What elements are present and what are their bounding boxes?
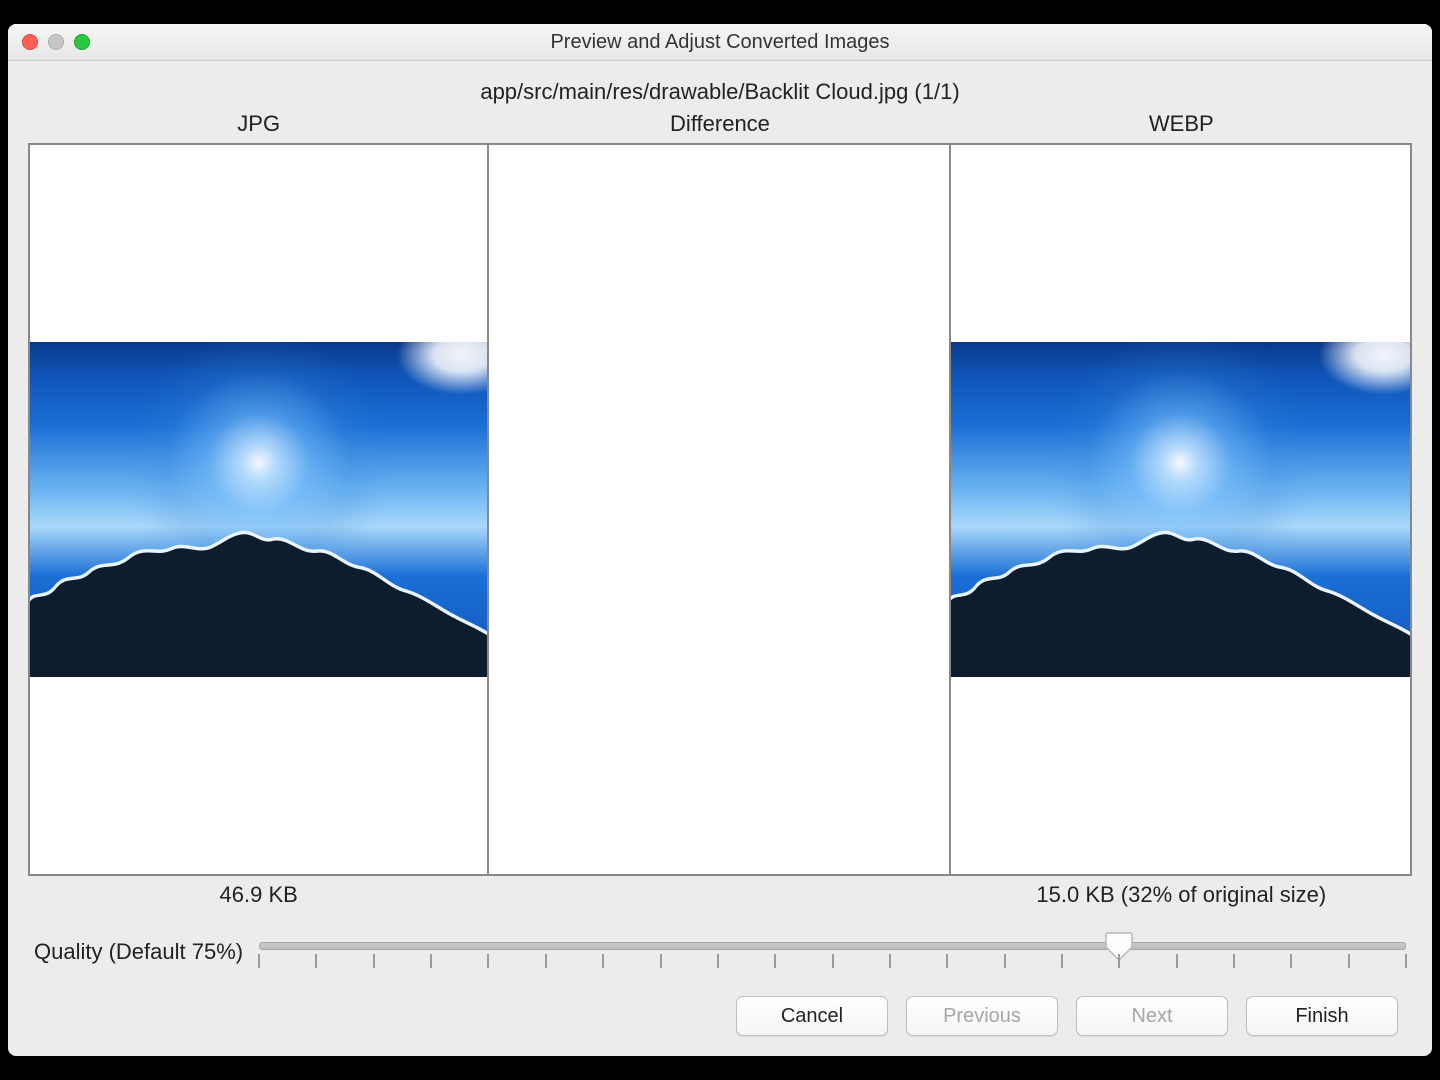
slider-tick: [1405, 954, 1407, 968]
slider-tick: [717, 954, 719, 968]
slider-tick: [889, 954, 891, 968]
zoom-icon[interactable]: [74, 34, 90, 50]
quality-row: Quality (Default 75%): [24, 912, 1416, 984]
slider-ticks: [259, 954, 1406, 970]
panel-converted-size: 15.0 KB (32% of original size): [951, 876, 1412, 912]
quality-label: Quality (Default 75%): [34, 939, 243, 965]
panel-difference-header: Difference: [489, 111, 950, 143]
slider-tick: [1176, 954, 1178, 968]
panel-converted-header: WEBP: [951, 111, 1412, 143]
quality-slider[interactable]: [259, 932, 1406, 972]
panel-original-header: JPG: [28, 111, 489, 143]
window-controls: [22, 24, 90, 60]
previous-button[interactable]: Previous: [906, 996, 1058, 1036]
content-area: app/src/main/res/drawable/Backlit Cloud.…: [8, 61, 1432, 1056]
slider-tick: [1290, 954, 1292, 968]
slider-tick: [487, 954, 489, 968]
slider-tick: [1348, 954, 1350, 968]
slider-tick: [315, 954, 317, 968]
slider-track: [259, 942, 1406, 950]
panel-original: JPG 46.9 KB: [28, 111, 489, 912]
window-title: Preview and Adjust Converted Images: [550, 31, 889, 54]
slider-tick: [946, 954, 948, 968]
titlebar[interactable]: Preview and Adjust Converted Images: [8, 24, 1432, 61]
dialog-window: Preview and Adjust Converted Images app/…: [8, 24, 1432, 1056]
panel-difference-canvas[interactable]: [489, 143, 950, 876]
slider-tick: [545, 954, 547, 968]
panel-converted: WEBP 15.0 KB (32% of original: [951, 111, 1412, 912]
original-image: [30, 342, 487, 677]
panel-original-size: 46.9 KB: [28, 876, 489, 912]
slider-tick: [258, 954, 260, 968]
close-icon[interactable]: [22, 34, 38, 50]
finish-button[interactable]: Finish: [1246, 996, 1398, 1036]
screen: Preview and Adjust Converted Images app/…: [0, 0, 1440, 1080]
slider-tick: [602, 954, 604, 968]
cancel-button[interactable]: Cancel: [736, 996, 888, 1036]
panel-difference-footer: [489, 876, 950, 912]
slider-tick: [1233, 954, 1235, 968]
slider-tick: [774, 954, 776, 968]
slider-tick: [1004, 954, 1006, 968]
panel-difference: Difference: [489, 111, 950, 912]
slider-tick: [373, 954, 375, 968]
panel-original-canvas[interactable]: [28, 143, 489, 876]
slider-tick: [1118, 954, 1120, 968]
converted-image: [951, 342, 1410, 677]
slider-tick: [1061, 954, 1063, 968]
slider-tick: [660, 954, 662, 968]
file-path-label: app/src/main/res/drawable/Backlit Cloud.…: [24, 69, 1416, 111]
comparison-row: JPG 46.9 KB: [24, 111, 1416, 912]
minimize-icon[interactable]: [48, 34, 64, 50]
next-button[interactable]: Next: [1076, 996, 1228, 1036]
panel-converted-canvas[interactable]: [951, 143, 1412, 876]
slider-tick: [430, 954, 432, 968]
dialog-buttons: Cancel Previous Next Finish: [24, 984, 1416, 1056]
slider-tick: [832, 954, 834, 968]
